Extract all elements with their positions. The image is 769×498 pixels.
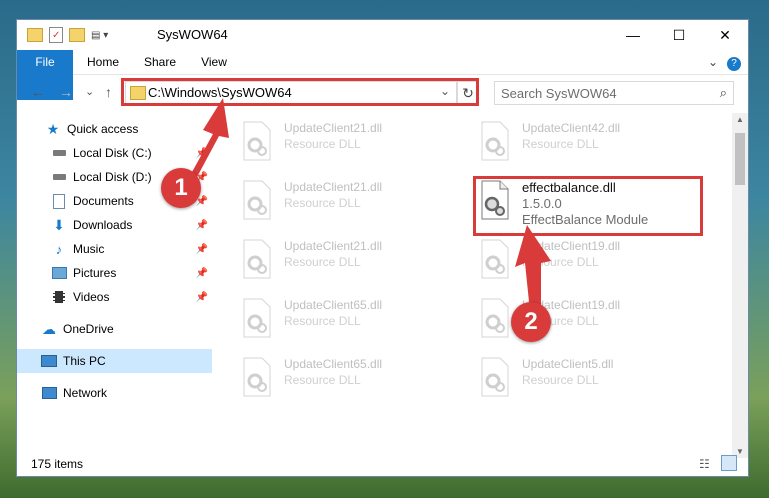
folder-icon[interactable] (27, 28, 43, 42)
star-icon: ★ (46, 120, 60, 137)
file-item[interactable]: UpdateClient21.dll Resource DLL (222, 235, 442, 285)
back-button[interactable]: ← (31, 84, 45, 100)
minimize-button[interactable]: — (610, 20, 656, 50)
search-icon: ⌕ (719, 85, 727, 100)
scrollbar-thumb[interactable] (735, 133, 745, 185)
computer-icon (41, 353, 57, 369)
sidebar-item-videos[interactable]: Videos 📌 (17, 285, 212, 309)
scroll-up-icon[interactable]: ▲ (736, 115, 744, 124)
file-item[interactable]: UpdateClient21.dll Resource DLL (222, 176, 442, 226)
drive-icon (51, 169, 67, 185)
explorer-window: ✓ ▤ ▾ SysWOW64 — ☐ ✕ File Home Share Vie… (17, 20, 748, 476)
dll-file-icon (240, 121, 274, 161)
customize-toolbar-icon[interactable]: ▤ ▾ (91, 30, 108, 41)
tab-share[interactable]: Share (137, 50, 183, 74)
tab-home[interactable]: Home (81, 50, 125, 74)
search-placeholder: Search SysWOW64 (501, 86, 617, 101)
title-bar: ✓ ▤ ▾ SysWOW64 — ☐ ✕ (17, 20, 748, 50)
status-bar: 175 items ☷ (17, 453, 748, 476)
file-item[interactable]: UpdateClient21.dll Resource DLL (222, 117, 442, 167)
step-1-badge: 1 (161, 168, 201, 208)
file-item[interactable]: UpdateClient42.dll Resource DLL (460, 117, 680, 167)
dll-file-icon (478, 357, 512, 397)
forward-button[interactable]: → (59, 84, 73, 100)
pin-icon[interactable]: 📌 (196, 292, 208, 303)
sidebar-item-downloads[interactable]: ⬇ Downloads 📌 (17, 213, 212, 237)
file-item[interactable]: UpdateClient19.dll Resource DLL (460, 235, 680, 285)
dll-file-icon (240, 180, 274, 220)
maximize-button[interactable]: ☐ (656, 20, 702, 50)
tab-view[interactable]: View (195, 50, 233, 74)
pin-icon[interactable]: 📌 (196, 244, 208, 255)
expand-ribbon-icon[interactable]: ⌄ (703, 50, 723, 74)
large-icons-view-icon[interactable] (721, 455, 737, 471)
vertical-scrollbar[interactable]: ▲ ▼ (732, 113, 748, 458)
file-highlight (473, 176, 703, 236)
file-item[interactable]: UpdateClient65.dll Resource DLL (222, 294, 442, 344)
up-button[interactable]: ↑ (105, 84, 112, 100)
file-item[interactable]: UpdateClient19.dll Resource DLL (460, 294, 680, 344)
window-title: SysWOW64 (157, 27, 228, 42)
documents-icon (51, 193, 67, 209)
cloud-icon: ☁ (42, 320, 56, 337)
sidebar-item-onedrive[interactable]: ☁ OneDrive (17, 317, 212, 341)
pin-icon[interactable]: 📌 (196, 220, 208, 231)
drive-icon (51, 145, 67, 161)
recent-locations-button[interactable]: ⌄ (85, 85, 94, 98)
music-icon: ♪ (55, 241, 63, 257)
pin-icon[interactable]: 📌 (196, 268, 208, 279)
search-input[interactable]: Search SysWOW64 ⌕ (494, 81, 734, 105)
dll-file-icon (240, 298, 274, 338)
sidebar-item-this-pc[interactable]: This PC (17, 349, 212, 373)
item-count: 175 items (31, 457, 84, 471)
help-icon[interactable]: ? (725, 50, 743, 74)
step-2-badge: 2 (511, 302, 551, 342)
new-folder-icon[interactable] (69, 28, 85, 42)
dll-file-icon (478, 239, 512, 279)
downloads-icon: ⬇ (53, 216, 65, 233)
dll-file-icon (240, 357, 274, 397)
file-list: UpdateClient21.dll Resource DLL UpdateCl… (222, 113, 727, 458)
details-view-icon[interactable]: ☷ (699, 457, 710, 471)
network-icon (41, 385, 57, 401)
sidebar-item-network[interactable]: Network (17, 381, 212, 405)
close-button[interactable]: ✕ (702, 20, 748, 50)
sidebar-item-pictures[interactable]: Pictures 📌 (17, 261, 212, 285)
quick-access-toolbar: ✓ ▤ ▾ (27, 27, 108, 43)
dll-file-icon (240, 239, 274, 279)
file-item[interactable]: UpdateClient65.dll Resource DLL (222, 353, 442, 403)
pictures-icon (51, 265, 67, 281)
videos-icon (51, 289, 67, 305)
properties-icon[interactable]: ✓ (49, 27, 63, 43)
ribbon: File Home Share View ⌄ ? (17, 50, 748, 100)
sidebar-item-music[interactable]: ♪ Music 📌 (17, 237, 212, 261)
file-item[interactable]: UpdateClient5.dll Resource DLL (460, 353, 680, 403)
dll-file-icon (478, 298, 512, 338)
dll-file-icon (478, 121, 512, 161)
